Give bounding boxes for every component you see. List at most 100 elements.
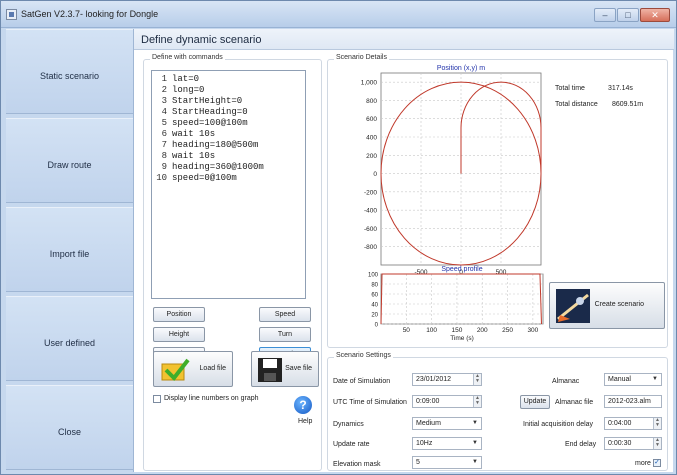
y-tick-label: 0 bbox=[373, 171, 377, 178]
sidebar-item-import-file[interactable]: Import file bbox=[6, 207, 133, 292]
create-scenario-button[interactable]: Create scenario bbox=[549, 282, 665, 329]
almanac-select[interactable]: Manual bbox=[604, 373, 662, 386]
line-number: 8 bbox=[161, 151, 167, 161]
x-axis-label: Time (s) bbox=[450, 335, 474, 342]
total-time-value: 317.14s bbox=[608, 85, 633, 92]
end-delay-field[interactable]: 0:00:30 ▲ ▼ bbox=[604, 437, 662, 450]
speed-plot: Speed profile 100 80 60 40 20 0 50 100 150 200 250 3… bbox=[333, 262, 547, 350]
code-line: 9 heading=360@1000m bbox=[152, 162, 305, 173]
sidebar-item-static-scenario[interactable]: Static scenario bbox=[6, 29, 133, 114]
almanac-file-label: Almanac file bbox=[555, 399, 594, 406]
code-line: 10 speed=0@100m bbox=[152, 173, 305, 184]
line-number: 1 bbox=[161, 74, 167, 84]
end-delay-spinner-icon[interactable]: ▲ ▼ bbox=[653, 438, 661, 449]
minimize-icon[interactable]: – bbox=[594, 8, 616, 22]
main-panel: Define dynamic scenario Define with comm… bbox=[133, 29, 674, 472]
line-number: 5 bbox=[161, 118, 167, 128]
code-line: 8 wait 10s bbox=[152, 151, 305, 162]
acq-delay-spinner-icon[interactable]: ▲ ▼ bbox=[653, 418, 661, 429]
y-tick-label: 800 bbox=[366, 98, 377, 105]
create-scenario-label: Create scenario bbox=[594, 301, 644, 308]
sidebar-item-user-defined[interactable]: User defined bbox=[6, 296, 133, 381]
total-time-label: Total time bbox=[555, 85, 585, 92]
line-text: StartHeading=0 bbox=[172, 107, 248, 117]
line-numbers-label: Display line numbers on graph bbox=[164, 395, 259, 402]
utc-value: 0:09:00 bbox=[416, 398, 440, 405]
sidebar-item-draw-route[interactable]: Draw route bbox=[6, 118, 133, 203]
code-line: 1 lat=0 bbox=[152, 74, 305, 85]
y-tick-label: 600 bbox=[366, 116, 377, 123]
x-tick-label: 300 bbox=[527, 327, 538, 334]
update-button[interactable]: Update bbox=[520, 395, 550, 409]
sidebar-item-label: Close bbox=[57, 427, 81, 437]
x-tick-label: 200 bbox=[477, 327, 488, 334]
line-number: 3 bbox=[161, 96, 167, 106]
line-number: 9 bbox=[161, 162, 167, 172]
save-file-button[interactable]: Save file bbox=[251, 351, 319, 387]
end-delay-label: End delay bbox=[565, 441, 597, 448]
code-line: 2 long=0 bbox=[152, 85, 305, 96]
end-delay-value: 0:00:30 bbox=[608, 440, 632, 447]
dynamics-label: Dynamics bbox=[333, 421, 364, 428]
speed-button[interactable]: Speed bbox=[259, 307, 311, 322]
code-line: 5 speed=100@100m bbox=[152, 118, 305, 129]
command-editor[interactable]: 1 lat=0 2 long=0 3 StartHeight=0 4 StartHeading… bbox=[151, 70, 306, 299]
y-tick-label: 60 bbox=[371, 293, 378, 299]
y-tick-label: 100 bbox=[368, 273, 379, 279]
utc-field[interactable]: 0:09:00 ▲ ▼ bbox=[412, 395, 482, 408]
date-spinner-icon[interactable]: ▲ ▼ bbox=[473, 374, 481, 385]
sidebar-item-label: Import file bbox=[49, 249, 90, 259]
acq-delay-label: Initial acquisition delay bbox=[523, 421, 594, 428]
utc-spinner-icon[interactable]: ▲ ▼ bbox=[473, 396, 481, 407]
help-icon[interactable]: ? bbox=[294, 396, 312, 414]
commands-group-label: Define with commands bbox=[150, 54, 225, 61]
date-value: 23/01/2012 bbox=[416, 376, 452, 383]
line-text: StartHeight=0 bbox=[172, 96, 243, 106]
almanac-file-field[interactable]: 2012-023.alm bbox=[604, 395, 662, 408]
acq-delay-field[interactable]: 0:04:00 ▲ ▼ bbox=[604, 417, 662, 430]
line-numbers-checkbox[interactable] bbox=[153, 395, 161, 403]
line-text: wait 10s bbox=[172, 151, 216, 161]
x-tick-label: 250 bbox=[502, 327, 513, 334]
line-number: 2 bbox=[161, 85, 167, 95]
update-rate-select[interactable]: 10Hz bbox=[412, 437, 482, 450]
line-text: lat=0 bbox=[172, 74, 200, 84]
load-file-label: Load file bbox=[199, 365, 226, 372]
more-checkbox[interactable]: ✓ bbox=[653, 459, 661, 467]
line-text: speed=100@100m bbox=[172, 118, 248, 128]
position-button[interactable]: Position bbox=[153, 307, 205, 322]
close-icon[interactable]: ✕ bbox=[640, 8, 670, 22]
app-icon bbox=[6, 9, 17, 20]
more-label: more bbox=[635, 460, 651, 467]
date-label: Date of Simulation bbox=[333, 378, 391, 385]
sidebar: Static scenario Draw route Import file U… bbox=[6, 29, 133, 472]
line-number: 10 bbox=[156, 173, 167, 183]
elevation-select[interactable]: 5 bbox=[412, 456, 482, 469]
almanac-label: Almanac bbox=[552, 378, 580, 385]
save-file-icon bbox=[258, 358, 282, 382]
utc-label: UTC Time of Simulation bbox=[333, 399, 407, 406]
date-field[interactable]: 23/01/2012 ▲ ▼ bbox=[412, 373, 482, 386]
update-rate-label: Update rate bbox=[333, 441, 370, 448]
window-title: SatGen V2.3.7- looking for Dongle bbox=[21, 9, 159, 19]
maximize-icon[interactable]: □ bbox=[617, 8, 639, 22]
title-bar: SatGen V2.3.7- looking for Dongle – □ ✕ bbox=[1, 1, 676, 28]
y-tick-label: -600 bbox=[364, 226, 377, 233]
line-text: heading=180@500m bbox=[172, 140, 259, 150]
sidebar-item-close[interactable]: Close bbox=[6, 385, 133, 470]
save-file-label: Save file bbox=[285, 365, 312, 372]
height-button[interactable]: Height bbox=[153, 327, 205, 342]
dynamics-select[interactable]: Medium bbox=[412, 417, 482, 430]
settings-group-label: Scenario Settings bbox=[334, 352, 393, 359]
sidebar-item-label: User defined bbox=[43, 338, 96, 348]
load-file-icon bbox=[161, 358, 190, 382]
page-title: Define dynamic scenario bbox=[141, 34, 262, 46]
turn-button[interactable]: Turn bbox=[259, 327, 311, 342]
load-file-button[interactable]: Load file bbox=[153, 351, 233, 387]
page-header: Define dynamic scenario bbox=[134, 29, 674, 50]
elevation-label: Elevation mask bbox=[333, 461, 381, 468]
y-tick-label: -200 bbox=[364, 189, 377, 196]
sidebar-item-label: Draw route bbox=[47, 160, 92, 170]
position-plot: Position (x,y) m 1,000 800 600 400 200 0 -200 -4… bbox=[333, 60, 547, 294]
x-tick-label: 150 bbox=[452, 327, 463, 334]
